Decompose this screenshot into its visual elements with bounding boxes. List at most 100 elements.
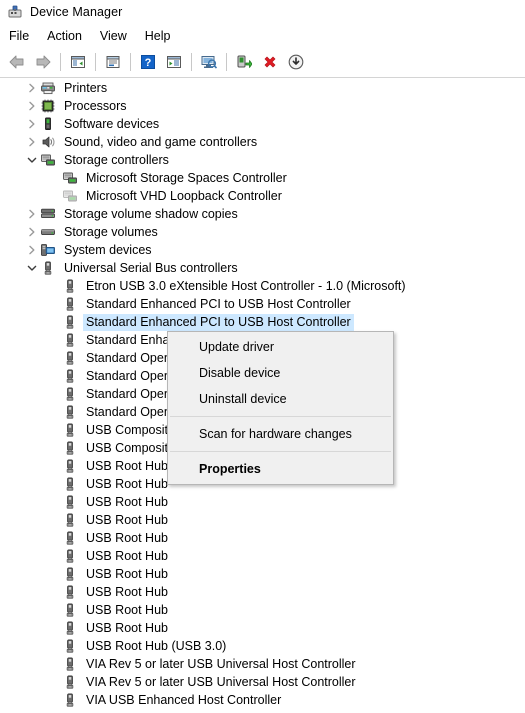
toolbar-scan-hardware-changes[interactable]	[197, 50, 221, 74]
menu-file[interactable]: File	[9, 27, 38, 45]
chevron-right-icon[interactable]	[24, 206, 40, 222]
usb-icon	[62, 638, 78, 654]
tree-item-microsoft-vhd-loopback-controller[interactable]: Microsoft VHD Loopback Controller	[0, 187, 525, 205]
tree-item-usb-root-hub-8[interactable]: USB Root Hub	[0, 583, 525, 601]
chevron-down-icon[interactable]	[24, 152, 40, 168]
chevron-right-icon[interactable]	[24, 80, 40, 96]
toolbar-disable-device[interactable]	[284, 50, 308, 74]
usb-icon	[62, 692, 78, 708]
chevron-right-icon[interactable]	[24, 224, 40, 240]
tree-item-sound-video-game-controllers[interactable]: Sound, video and game controllers	[0, 133, 525, 151]
show-hide-console-tree-icon	[70, 54, 86, 70]
disable-device-icon	[288, 54, 304, 70]
device-manager-icon	[7, 4, 23, 20]
usb-icon	[62, 404, 78, 420]
storage-controller-icon	[62, 170, 78, 186]
window-title: Device Manager	[30, 5, 123, 19]
tree-item-label: USB Root Hub	[86, 512, 168, 527]
tree-item-via-rev-5-or-later-usb-universal-host-controller-1[interactable]: VIA Rev 5 or later USB Universal Host Co…	[0, 655, 525, 673]
tree-item-label: VIA Rev 5 or later USB Universal Host Co…	[86, 674, 356, 689]
toolbar-properties[interactable]	[101, 50, 125, 74]
context-menu-separator-1	[170, 416, 391, 417]
help-icon: ?	[140, 54, 156, 70]
context-menu-properties[interactable]: Properties	[168, 456, 393, 482]
usb-icon	[62, 314, 78, 330]
tree-item-label: Standard Enhanced PCI to USB Host Contro…	[86, 296, 351, 311]
speaker-icon	[40, 134, 56, 150]
tree-item-usb-root-hub-3[interactable]: USB Root Hub	[0, 493, 525, 511]
tree-item-label: Microsoft VHD Loopback Controller	[86, 188, 282, 203]
tree-item-via-rev-5-or-later-usb-universal-host-controller-2[interactable]: VIA Rev 5 or later USB Universal Host Co…	[0, 673, 525, 691]
tree-item-label: Processors	[64, 98, 127, 113]
tree-item-universal-serial-bus-controllers[interactable]: Universal Serial Bus controllers	[0, 259, 525, 277]
tree-item-usb-root-hub-10[interactable]: USB Root Hub	[0, 619, 525, 637]
toolbar-back[interactable]	[5, 50, 29, 74]
tree-item-usb-root-hub-9[interactable]: USB Root Hub	[0, 601, 525, 619]
tree-item-label: Printers	[64, 80, 108, 95]
tree-item-storage-volume-shadow-copies[interactable]: Storage volume shadow copies	[0, 205, 525, 223]
tree-item-microsoft-storage-spaces-controller[interactable]: Microsoft Storage Spaces Controller	[0, 169, 525, 187]
context-menu[interactable]: Update driver Disable device Uninstall dev…	[167, 331, 394, 485]
menu-action[interactable]: Action	[47, 27, 91, 45]
tree-item-software-devices[interactable]: Software devices	[0, 115, 525, 133]
uninstall-device-icon	[262, 54, 278, 70]
toolbar: ?	[0, 47, 525, 78]
usb-icon	[62, 674, 78, 690]
storage-volume-shadow-icon	[40, 206, 56, 222]
context-menu-uninstall-device[interactable]: Uninstall device	[168, 386, 393, 412]
context-menu-update-driver[interactable]: Update driver	[168, 334, 393, 360]
tree-item-storage-volumes[interactable]: Storage volumes	[0, 223, 525, 241]
chevron-right-icon[interactable]	[24, 98, 40, 114]
tree-item-standard-enhanced-pci-to-usb-host-controller-1[interactable]: Standard Enhanced PCI to USB Host Contro…	[0, 295, 525, 313]
tree-item-label: USB Root Hub	[86, 458, 168, 473]
chevron-right-icon[interactable]	[24, 116, 40, 132]
toolbar-update-driver[interactable]	[232, 50, 256, 74]
menu-view[interactable]: View	[100, 27, 136, 45]
tree-item-label: USB Root Hub	[86, 476, 168, 491]
tree-item-printers[interactable]: Printers	[0, 79, 525, 97]
tree-item-label: VIA USB Enhanced Host Controller	[86, 692, 282, 707]
toolbar-show-hide-tree[interactable]	[66, 50, 90, 74]
toolbar-action-pane[interactable]	[162, 50, 186, 74]
usb-icon	[40, 260, 56, 276]
context-menu-disable-device[interactable]: Disable device	[168, 360, 393, 386]
tree-item-storage-controllers[interactable]: Storage controllers	[0, 151, 525, 169]
tree-item-label: Sound, video and game controllers	[64, 134, 258, 149]
menu-bar: File Action View Help	[0, 24, 525, 47]
menu-help[interactable]: Help	[145, 27, 180, 45]
tree-item-usb-root-hub-7[interactable]: USB Root Hub	[0, 565, 525, 583]
show-hide-action-pane-icon	[166, 54, 182, 70]
context-menu-scan-for-hardware-changes[interactable]: Scan for hardware changes	[168, 421, 393, 447]
storage-controller-icon	[40, 152, 56, 168]
chevron-right-icon[interactable]	[24, 134, 40, 150]
chevron-right-icon[interactable]	[24, 242, 40, 258]
tree-item-usb-root-hub-4[interactable]: USB Root Hub	[0, 511, 525, 529]
tree-item-via-usb-enhanced-host-controller[interactable]: VIA USB Enhanced Host Controller	[0, 691, 525, 709]
tree-item-etron-usb-3-0-extensible-host-controller[interactable]: Etron USB 3.0 eXtensible Host Controller…	[0, 277, 525, 295]
tree-item-usb-root-hub-6[interactable]: USB Root Hub	[0, 547, 525, 565]
tree-item-usb-root-hub-5[interactable]: USB Root Hub	[0, 529, 525, 547]
toolbar-forward[interactable]	[31, 50, 55, 74]
chevron-down-icon[interactable]	[24, 260, 40, 276]
tree-item-label: USB Root Hub	[86, 602, 168, 617]
tree-item-processors[interactable]: Processors	[0, 97, 525, 115]
tree-item-system-devices[interactable]: System devices	[0, 241, 525, 259]
tree-item-label: USB Root Hub	[86, 530, 168, 545]
usb-icon	[62, 278, 78, 294]
tree-item-label: USB Root Hub	[86, 620, 168, 635]
tree-item-label: Storage controllers	[64, 152, 169, 167]
tree-item-usb-root-hub-usb-3-0[interactable]: USB Root Hub (USB 3.0)	[0, 637, 525, 655]
toolbar-help[interactable]: ?	[136, 50, 160, 74]
toolbar-uninstall-device[interactable]	[258, 50, 282, 74]
tree-item-standard-enhanced-pci-to-usb-host-controller-2[interactable]: Standard Enhanced PCI to USB Host Contro…	[0, 313, 525, 331]
back-arrow-icon	[8, 54, 26, 70]
